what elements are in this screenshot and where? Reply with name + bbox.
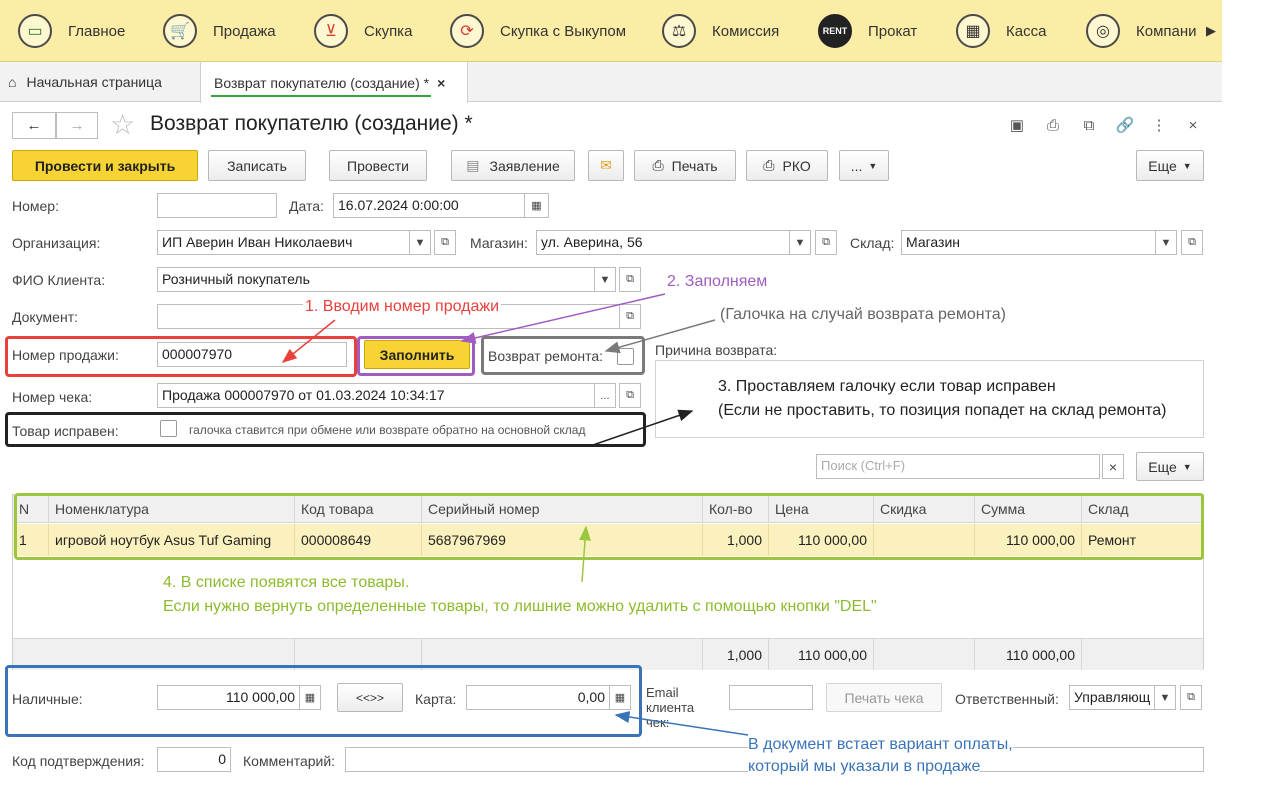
annotation-step-4-line1: 4. В списке появятся все товары. [163, 574, 410, 591]
annotation-payment-line2: который мы указали в продаже [748, 757, 981, 777]
annotation-step-3-line2: (Если не проставить, то позиция попадет … [718, 401, 1167, 421]
arrow-table [579, 525, 592, 583]
annotation-payment-line1: В документ встает вариант оплаты, [748, 735, 1013, 755]
annotation-step-1: 1. Вводим номер продажи [303, 297, 502, 317]
arrow-repair [604, 319, 716, 354]
annotation-repair-note: (Галочка на случай возврата ремонта) [720, 306, 1006, 323]
annotation-arrows [281, 293, 749, 736]
annotation-step-4-line2: Если нужно вернуть определенные товары, … [163, 598, 877, 615]
annotation-step-3-line1: 3. Проставляем галочку если товар исправ… [718, 377, 1056, 397]
arrow-goods-ok [589, 409, 694, 447]
annotation-step-2: 2. Заполняем [667, 273, 768, 290]
arrow-sale-number [281, 319, 336, 363]
arrow-payment [614, 711, 749, 736]
